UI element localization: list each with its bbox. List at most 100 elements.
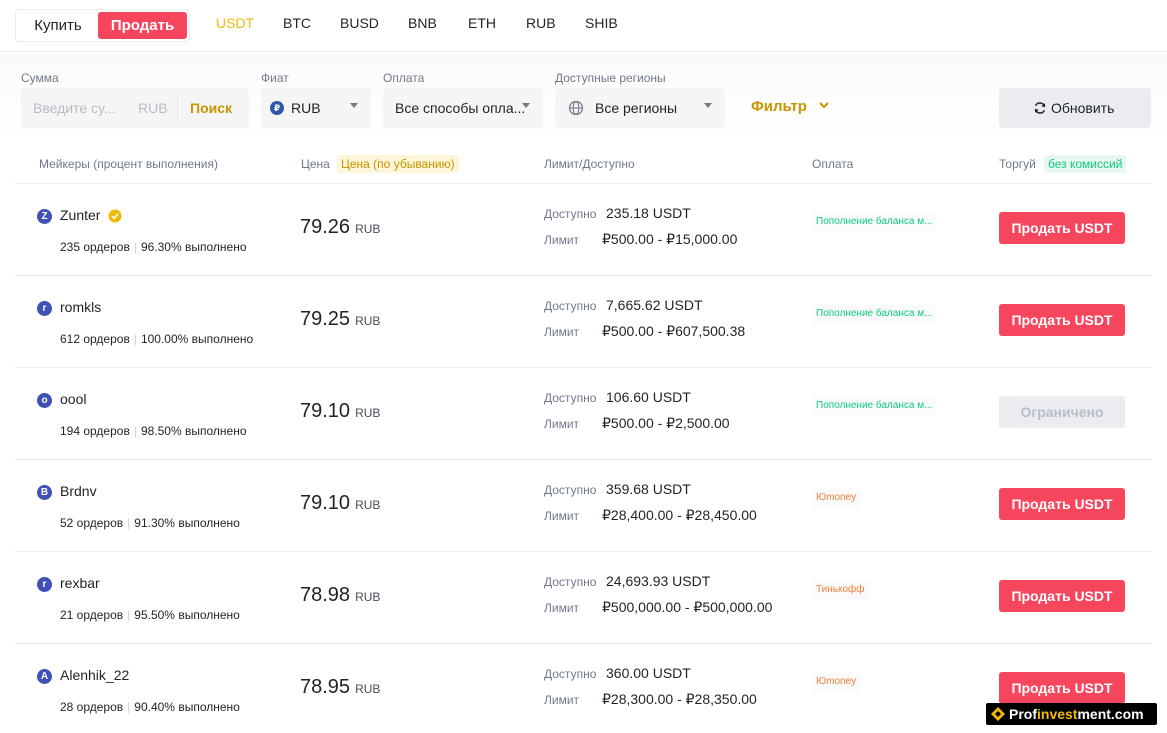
refresh-label: Обновить: [1051, 100, 1115, 116]
avatar: r: [37, 301, 52, 316]
avatar: B: [37, 485, 52, 500]
available-label: Доступно: [544, 207, 597, 221]
order-count: 52 ордеров: [60, 516, 124, 530]
sell-usdt-button[interactable]: Продать USDT: [999, 672, 1125, 704]
maker-name[interactable]: rexbar: [60, 575, 100, 591]
price-value: 79.25: [300, 308, 351, 330]
divider: [177, 96, 178, 120]
available-label: Доступно: [544, 575, 597, 589]
maker-stats: 194 ордеров | 98.50% выполнено: [60, 424, 247, 438]
coin-tab-shib[interactable]: SHIB: [585, 15, 618, 31]
limit-value: ₽28,400.00 - ₽28,450.00: [602, 507, 757, 523]
avatar: Z: [37, 209, 52, 224]
price-currency: RUB: [355, 590, 381, 604]
sell-tab[interactable]: Продать: [98, 12, 187, 39]
price-currency: RUB: [355, 498, 381, 512]
coin-tab-bnb[interactable]: BNB: [408, 15, 437, 31]
price-value: 78.98: [300, 584, 351, 606]
chevron-down-icon[interactable]: [818, 99, 830, 111]
fiat-select[interactable]: ₽ RUB: [261, 88, 371, 128]
caret-down-icon: [522, 103, 530, 108]
limit-value: ₽500.00 - ₽2,500.00: [602, 415, 730, 431]
sell-usdt-button[interactable]: Продать USDT: [999, 488, 1125, 520]
price: 79.10 RUB: [300, 492, 380, 515]
watermark-text: Profinvestment.com: [1009, 706, 1144, 722]
completion-rate: 90.40% выполнено: [134, 700, 240, 714]
limit-label: Лимит: [544, 417, 580, 431]
maker-stats: 28 ордеров | 90.40% выполнено: [60, 700, 240, 714]
available-value: 106.60 USDT: [606, 389, 691, 405]
sell-usdt-button[interactable]: Продать USDT: [999, 304, 1125, 336]
header-payment: Оплата: [812, 157, 854, 171]
maker-name[interactable]: Brdnv: [60, 483, 97, 499]
payment-method-tag: Пополнение баланса м...: [812, 397, 937, 415]
header-price: Цена: [301, 157, 330, 171]
price-currency: RUB: [355, 314, 381, 328]
avatar: A: [37, 669, 52, 684]
amount-placeholder[interactable]: Введите су...: [33, 100, 115, 116]
sell-usdt-button[interactable]: Продать USDT: [999, 212, 1125, 244]
completion-rate: 100.00% выполнено: [140, 332, 254, 346]
divider: |: [127, 700, 131, 714]
sell-usdt-button[interactable]: Продать USDT: [999, 580, 1125, 612]
price-sort-badge[interactable]: Цена (по убыванию): [337, 155, 459, 173]
price-currency: RUB: [355, 682, 381, 696]
avatar: r: [37, 577, 52, 592]
amount-field[interactable]: Введите су... RUB Поиск: [21, 88, 249, 128]
buy-sell-toggle: Купить Продать: [15, 9, 190, 42]
limit-label: Лимит: [544, 601, 580, 615]
available-label: Доступно: [544, 667, 597, 681]
price-currency: RUB: [355, 406, 381, 420]
coin-tab-busd[interactable]: BUSD: [340, 15, 379, 31]
ruble-icon: ₽: [270, 101, 284, 115]
buy-tab[interactable]: Купить: [18, 12, 98, 39]
price: 79.26 RUB: [300, 216, 380, 239]
filter-toggle[interactable]: Фильтр: [751, 98, 807, 115]
available-label: Доступно: [544, 391, 597, 405]
region-label: Доступные регионы: [555, 71, 666, 85]
table-row: r romkls 612 ордеров | 100.00% выполнено 7…: [15, 276, 1152, 368]
price-currency: RUB: [355, 222, 381, 236]
payment-method-tag: Юmoney: [812, 673, 861, 691]
coin-tab-eth[interactable]: ETH: [468, 15, 496, 31]
watermark-suffix: ment.com: [1077, 706, 1144, 722]
divider: |: [133, 332, 137, 346]
completion-rate: 95.50% выполнено: [134, 608, 240, 622]
payment-label: Оплата: [383, 71, 425, 85]
coin-tab-btc[interactable]: BTC: [283, 15, 311, 31]
limit-value: ₽500.00 - ₽607,500.38: [602, 323, 746, 339]
restricted-button[interactable]: Ограничено: [999, 396, 1125, 428]
maker-name[interactable]: Zunter: [60, 207, 100, 223]
fiat-value: RUB: [291, 100, 321, 116]
maker-name[interactable]: oool: [60, 391, 86, 407]
order-count: 194 ордеров: [60, 424, 130, 438]
available-label: Доступно: [544, 483, 597, 497]
caret-down-icon: [350, 103, 358, 108]
limit-value: ₽28,300.00 - ₽28,350.00: [602, 691, 757, 707]
maker-name[interactable]: romkls: [60, 299, 101, 315]
verified-badge-icon: [108, 209, 122, 223]
divider: |: [133, 240, 137, 254]
price-value: 79.26: [300, 216, 351, 238]
refresh-button[interactable]: Обновить: [999, 88, 1151, 128]
limit-label: Лимит: [544, 509, 580, 523]
region-select[interactable]: Все регионы: [555, 88, 725, 128]
maker-name[interactable]: Alenhik_22: [60, 667, 129, 683]
header-makers: Мейкеры (процент выполнения): [39, 157, 218, 171]
search-button[interactable]: Поиск: [190, 100, 232, 116]
coin-tab-usdt[interactable]: USDT: [216, 15, 254, 31]
available-value: 7,665.62 USDT: [606, 297, 703, 313]
order-count: 21 ордеров: [60, 608, 124, 622]
coin-tab-rub[interactable]: RUB: [526, 15, 556, 31]
top-bar: Купить Продать USDT BTC BUSD BNB ETH RUB…: [0, 0, 1167, 52]
payment-method-tag: Пополнение баланса м...: [812, 305, 937, 323]
maker-stats: 612 ордеров | 100.00% выполнено: [60, 332, 253, 346]
price-value: 78.95: [300, 676, 351, 698]
globe-icon: [568, 100, 584, 116]
limit-label: Лимит: [544, 325, 580, 339]
available-value: 235.18 USDT: [606, 205, 691, 221]
payment-value: Все способы опла...: [395, 100, 526, 116]
table-row: B Brdnv 52 ордеров | 91.30% выполнено 79.1…: [15, 460, 1152, 552]
payment-select[interactable]: Все способы опла...: [383, 88, 543, 128]
order-count: 235 ордеров: [60, 240, 130, 254]
